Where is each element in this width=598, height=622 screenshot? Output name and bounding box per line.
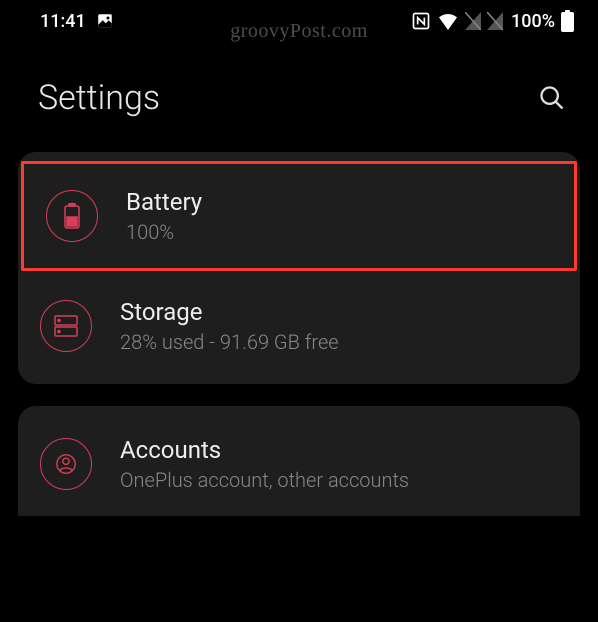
battery-item-icon [46,190,98,242]
settings-header: Settings [0,40,598,152]
settings-item-battery[interactable]: Battery 100% [21,161,577,271]
storage-item-icon [40,300,92,352]
sim2-icon [487,12,503,30]
status-bar: 11:41 100% [0,0,598,40]
settings-item-storage[interactable]: Storage 28% used - 91.69 GB free [18,274,580,378]
item-subtitle: 100% [126,220,202,244]
item-title: Accounts [120,436,409,464]
settings-item-accounts[interactable]: Accounts OnePlus account, other accounts [18,412,580,516]
item-content: Storage 28% used - 91.69 GB free [120,298,339,354]
nfc-icon [411,11,431,31]
status-time: 11:41 [40,11,86,32]
item-title: Storage [120,298,339,326]
item-subtitle: OnePlus account, other accounts [120,468,409,492]
status-battery-pct: 100% [511,11,555,32]
status-right: 100% [411,10,574,32]
page-title: Settings [38,78,160,118]
wifi-icon [437,12,459,30]
search-icon [538,84,566,112]
card-group-1: Battery 100% Storage 28% used - 91.69 GB… [18,152,580,384]
card-group-2: Accounts OnePlus account, other accounts [18,406,580,516]
item-subtitle: 28% used - 91.69 GB free [120,330,339,354]
item-title: Battery [126,188,202,216]
accounts-item-icon [40,438,92,490]
item-content: Accounts OnePlus account, other accounts [120,436,409,492]
sim1-icon [465,12,481,30]
battery-icon [561,10,574,32]
search-button[interactable] [534,80,570,116]
item-content: Battery 100% [126,188,202,244]
image-icon [96,12,114,30]
status-left: 11:41 [40,11,114,32]
